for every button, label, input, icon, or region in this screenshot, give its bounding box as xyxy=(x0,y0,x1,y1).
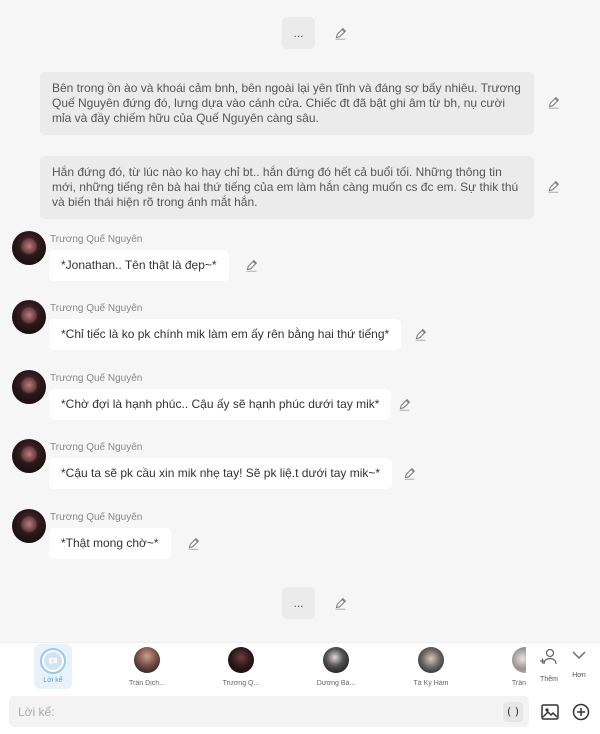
message-input-wrapper: ( ) xyxy=(9,696,529,727)
more-label: Hơn xyxy=(572,672,586,679)
edit-icon[interactable] xyxy=(243,257,259,273)
add-person-icon xyxy=(540,648,557,665)
add-label: Thêm xyxy=(540,676,558,683)
sender-name: Trương Quế Nguyên xyxy=(50,512,143,523)
sender-name: Trương Quế Nguyên xyxy=(50,303,143,314)
edit-icon[interactable] xyxy=(332,25,348,41)
character-avatar xyxy=(134,647,160,673)
add-character-button[interactable]: Thêm xyxy=(536,647,562,683)
message-bubble[interactable]: *Chờ đợi là hạnh phúc.. Cậu ấy sẽ hạnh p… xyxy=(49,389,392,420)
character-item[interactable]: Dương Bá... xyxy=(306,645,366,687)
avatar[interactable] xyxy=(12,370,46,404)
ellipsis-placeholder[interactable]: ... xyxy=(282,587,315,619)
avatar[interactable] xyxy=(12,231,46,265)
ellipsis-placeholder[interactable]: ... xyxy=(282,17,315,49)
character-name: Trần Dịch... xyxy=(129,680,165,687)
avatar[interactable] xyxy=(12,509,46,543)
character-item[interactable]: Tả Kỳ Hàm xyxy=(401,645,461,687)
edit-icon[interactable] xyxy=(185,535,201,551)
edit-icon[interactable] xyxy=(396,396,412,412)
character-name: Trần xyxy=(511,680,526,687)
edit-icon[interactable] xyxy=(545,178,561,194)
edit-icon[interactable] xyxy=(545,94,561,110)
character-bar: Lời kể Trần Dịch... Trương Q... Dương Bá… xyxy=(0,642,600,690)
edit-icon[interactable] xyxy=(401,465,417,481)
character-name: Dương Bá... xyxy=(316,680,356,687)
character-avatar xyxy=(512,647,526,673)
message-bubble[interactable]: *Jonathan.. Tên thật là đẹp~* xyxy=(49,250,229,281)
character-item[interactable]: Trần xyxy=(496,645,526,687)
action-bracket-button[interactable]: ( ) xyxy=(503,702,523,722)
narrator-icon xyxy=(40,648,66,674)
chat-area: ... Bên trong ồn ào và khoái cảm bnh, bê… xyxy=(0,0,600,642)
image-icon[interactable] xyxy=(541,703,559,721)
message-input[interactable] xyxy=(9,696,479,727)
chat-message: Trương Quế Nguyên *Jonathan.. Tên thật l… xyxy=(0,231,600,295)
chat-message: Trương Quế Nguyên *Chỉ tiếc là ko pk chí… xyxy=(0,300,600,364)
character-item[interactable]: Trần Dịch... xyxy=(117,645,177,687)
character-avatar xyxy=(323,647,349,673)
narrator-selector[interactable]: Lời kể xyxy=(34,644,72,689)
sender-name: Trương Quế Nguyên xyxy=(50,373,143,384)
message-bubble[interactable]: *Chỉ tiếc là ko pk chính mik làm em ấy r… xyxy=(49,319,402,350)
chat-message: Trương Quế Nguyên *Thật mong chờ~* xyxy=(0,509,600,573)
character-name: Trương Q... xyxy=(222,680,260,687)
character-item[interactable]: Trương Q... xyxy=(211,645,271,687)
message-bubble[interactable]: *Thật mong chờ~* xyxy=(49,528,171,559)
narration-message[interactable]: Bên trong ồn ào và khoái cảm bnh, bên ng… xyxy=(40,72,534,135)
sender-name: Trương Quế Nguyên xyxy=(50,442,143,453)
narrator-label: Lời kể xyxy=(43,677,63,684)
edit-icon[interactable] xyxy=(332,595,348,611)
message-bubble[interactable]: *Cậu ta sẽ pk cầu xin mik nhẹ tay! Sẽ pk… xyxy=(49,458,393,489)
edit-icon[interactable] xyxy=(412,326,428,342)
character-avatar xyxy=(418,647,444,673)
chat-message: Trương Quế Nguyên *Cậu ta sẽ pk cầu xin … xyxy=(0,439,600,503)
input-bar: ( ) xyxy=(0,690,600,734)
more-button[interactable]: Hơn xyxy=(568,647,590,679)
character-avatar xyxy=(228,647,254,673)
chevron-down-icon xyxy=(572,651,586,659)
narration-message[interactable]: Hắn đứng đó, từ lúc nào ko hay chỉ bt.. … xyxy=(40,156,534,219)
avatar[interactable] xyxy=(12,300,46,334)
plus-circle-icon[interactable] xyxy=(572,703,590,721)
sender-name: Trương Quế Nguyên xyxy=(50,234,143,245)
top-ellipsis-row: ... xyxy=(0,17,600,49)
avatar[interactable] xyxy=(12,439,46,473)
chat-message: Trương Quế Nguyên *Chờ đợi là hạnh phúc.… xyxy=(0,370,600,434)
bottom-ellipsis-row: ... xyxy=(0,587,600,619)
character-name: Tả Kỳ Hàm xyxy=(413,680,449,687)
